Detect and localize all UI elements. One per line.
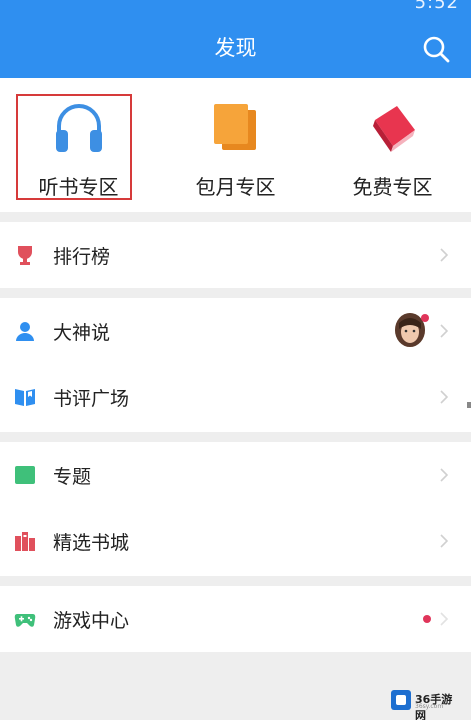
scroll-edge-marker bbox=[467, 402, 471, 408]
chevron-right-icon bbox=[440, 612, 449, 626]
notification-dot bbox=[423, 615, 431, 623]
community-group: 大神说 书评广场 bbox=[0, 298, 471, 432]
chevron-right-icon bbox=[440, 390, 449, 404]
list-item-ranking[interactable]: 排行榜 bbox=[0, 222, 471, 288]
feature-grid: 听书专区 包月专区 免费专区 bbox=[0, 78, 471, 212]
games-group: 游戏中心 bbox=[0, 586, 471, 652]
highlight-frame bbox=[16, 94, 132, 200]
watermark-logo-icon bbox=[391, 690, 411, 710]
chevron-right-icon bbox=[440, 468, 449, 482]
monthly-zone-button[interactable]: 包月专区 bbox=[157, 78, 314, 212]
ranking-group: 排行榜 bbox=[0, 222, 471, 288]
chevron-right-icon bbox=[440, 534, 449, 548]
app-header: 发现 bbox=[0, 12, 471, 78]
bookstore-label: 精选书城 bbox=[53, 532, 130, 554]
page-title: 发现 bbox=[214, 36, 257, 60]
list-item-games[interactable]: 游戏中心 bbox=[0, 586, 471, 652]
list-item-topics[interactable]: 专题 bbox=[0, 442, 471, 508]
notification-dot bbox=[421, 314, 429, 322]
red-book-icon bbox=[372, 106, 415, 152]
topics-label: 专题 bbox=[53, 466, 92, 488]
games-label: 游戏中心 bbox=[53, 610, 130, 632]
content-group: 专题 精选书城 bbox=[0, 442, 471, 576]
person-icon bbox=[16, 322, 34, 341]
monthly-zone-label: 包月专区 bbox=[195, 175, 276, 199]
list-item-reviews[interactable]: 书评广场 bbox=[0, 364, 471, 430]
open-book-icon bbox=[15, 389, 35, 406]
list-item-masters[interactable]: 大神说 bbox=[0, 298, 471, 364]
search-icon[interactable] bbox=[421, 34, 451, 64]
chevron-right-icon bbox=[440, 324, 449, 338]
masters-label: 大神说 bbox=[53, 322, 111, 344]
bookshelf-icon bbox=[15, 532, 35, 551]
stacked-books-icon bbox=[213, 104, 256, 150]
ranking-label: 排行榜 bbox=[53, 246, 111, 268]
gamepad-icon bbox=[14, 614, 36, 627]
status-bar: 5:52 bbox=[0, 0, 471, 13]
reviews-label: 书评广场 bbox=[53, 388, 130, 410]
watermark: 36手游网 36sy.com bbox=[391, 688, 463, 720]
free-zone-label: 免费专区 bbox=[352, 175, 433, 199]
green-square-icon bbox=[15, 466, 35, 484]
watermark-subtext: 36sy.com bbox=[415, 703, 444, 710]
free-zone-button[interactable]: 免费专区 bbox=[314, 78, 471, 212]
trophy-icon bbox=[18, 246, 32, 265]
chevron-right-icon bbox=[440, 248, 449, 262]
list-item-bookstore[interactable]: 精选书城 bbox=[0, 508, 471, 574]
